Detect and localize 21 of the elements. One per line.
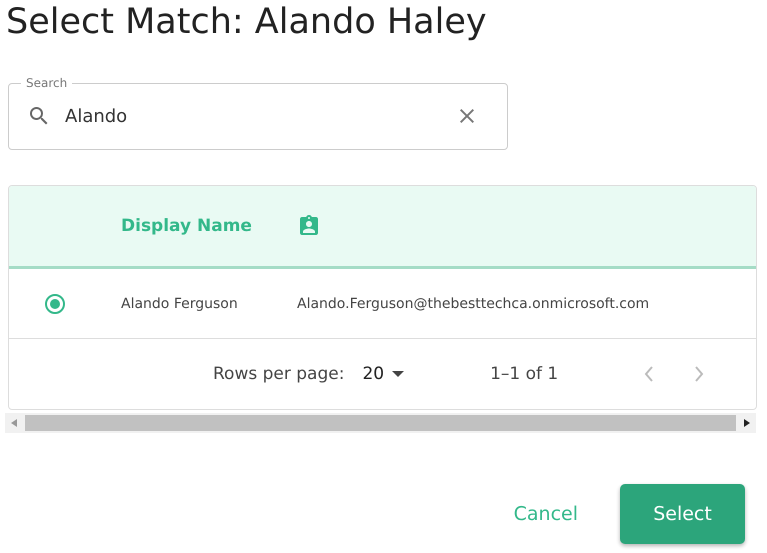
previous-page-icon[interactable] xyxy=(644,366,654,382)
page-range: 1–1 of 1 xyxy=(490,364,558,384)
search-field[interactable]: Search Alando xyxy=(8,76,508,150)
dialog-title: Select Match: Alando Haley xyxy=(6,1,488,44)
radio-button[interactable] xyxy=(45,294,65,314)
field-label: Search xyxy=(25,76,68,90)
search-text: Alando xyxy=(65,106,128,126)
rows-per-page-select[interactable]: 20 xyxy=(362,364,404,384)
scroll-right-icon[interactable] xyxy=(744,419,750,427)
scrollbar-thumb[interactable] xyxy=(25,415,736,431)
horizontal-scrollbar[interactable] xyxy=(5,413,756,433)
column-header[interactable]: Display Name xyxy=(121,216,297,236)
table-cell-text: Alando Ferguson xyxy=(121,296,239,312)
cancel-button[interactable]: Cancel xyxy=(510,484,582,544)
next-page-icon[interactable] xyxy=(694,366,704,382)
caret-icon xyxy=(392,371,404,377)
scroll-left-icon[interactable] xyxy=(11,419,17,427)
select-button[interactable]: Select xyxy=(620,484,745,544)
contact-badge-icon xyxy=(297,214,321,238)
rows-per-page-label: Rows per page: xyxy=(213,364,344,384)
table-cell: Alando.Ferguson@thebesttechca.onmicrosoft.com xyxy=(297,296,650,312)
